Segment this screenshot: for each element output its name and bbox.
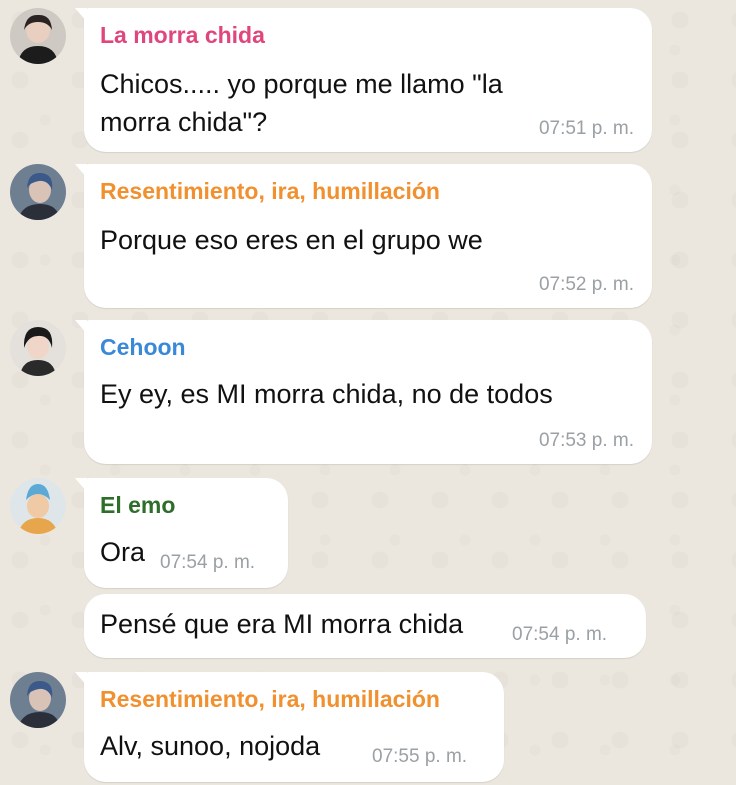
sender-name[interactable]: Resentimiento, ira, humillación: [100, 686, 440, 713]
user-photo-icon: [10, 8, 66, 64]
message-time: 07:54 p. m.: [512, 624, 608, 645]
message-text: morra chida"?: [100, 107, 268, 137]
message-text: Pensé que era MI morra chida: [100, 609, 464, 639]
message-time: 07:54 p. m.: [160, 552, 256, 573]
message-bubble[interactable]: Resentimiento, ira, humillación Porque e…: [75, 164, 652, 308]
message-time: 07:55 p. m.: [372, 746, 468, 767]
message-bubble[interactable]: El emo Ora 07:54 p. m.: [75, 478, 288, 588]
user-photo-icon: [10, 672, 66, 728]
message-text: Chicos..... yo porque me llamo "la: [100, 69, 503, 99]
avatar[interactable]: [10, 320, 66, 376]
message-bubble[interactable]: Cehoon Ey ey, es MI morra chida, no de t…: [75, 320, 652, 464]
user-photo-icon: [10, 320, 66, 376]
message-text: Porque eso eres en el grupo we: [100, 225, 483, 255]
message-text: Ora: [100, 537, 146, 567]
avatar[interactable]: [10, 478, 66, 534]
avatar[interactable]: [10, 8, 66, 64]
user-photo-icon: [10, 164, 66, 220]
message-bubble[interactable]: Resentimiento, ira, humillación Alv, sun…: [75, 672, 504, 782]
sender-name[interactable]: La morra chida: [100, 22, 265, 49]
message-time: 07:51 p. m.: [538, 118, 634, 139]
message-time: 07:52 p. m.: [538, 274, 634, 295]
message-time: 07:53 p. m.: [538, 430, 634, 451]
message-text: Ey ey, es MI morra chida, no de todos: [100, 379, 553, 409]
sender-name[interactable]: El emo: [100, 492, 175, 519]
sender-name[interactable]: Cehoon: [100, 334, 186, 361]
avatar[interactable]: [10, 672, 66, 728]
message-bubble[interactable]: Pensé que era MI morra chida 07:54 p. m.: [84, 594, 646, 658]
message-text: Alv, sunoo, nojoda: [100, 731, 321, 761]
user-photo-icon: [10, 478, 66, 534]
message-bubble[interactable]: La morra chida Chicos..... yo porque me …: [75, 8, 652, 152]
sender-name[interactable]: Resentimiento, ira, humillación: [100, 178, 440, 205]
avatar[interactable]: [10, 164, 66, 220]
